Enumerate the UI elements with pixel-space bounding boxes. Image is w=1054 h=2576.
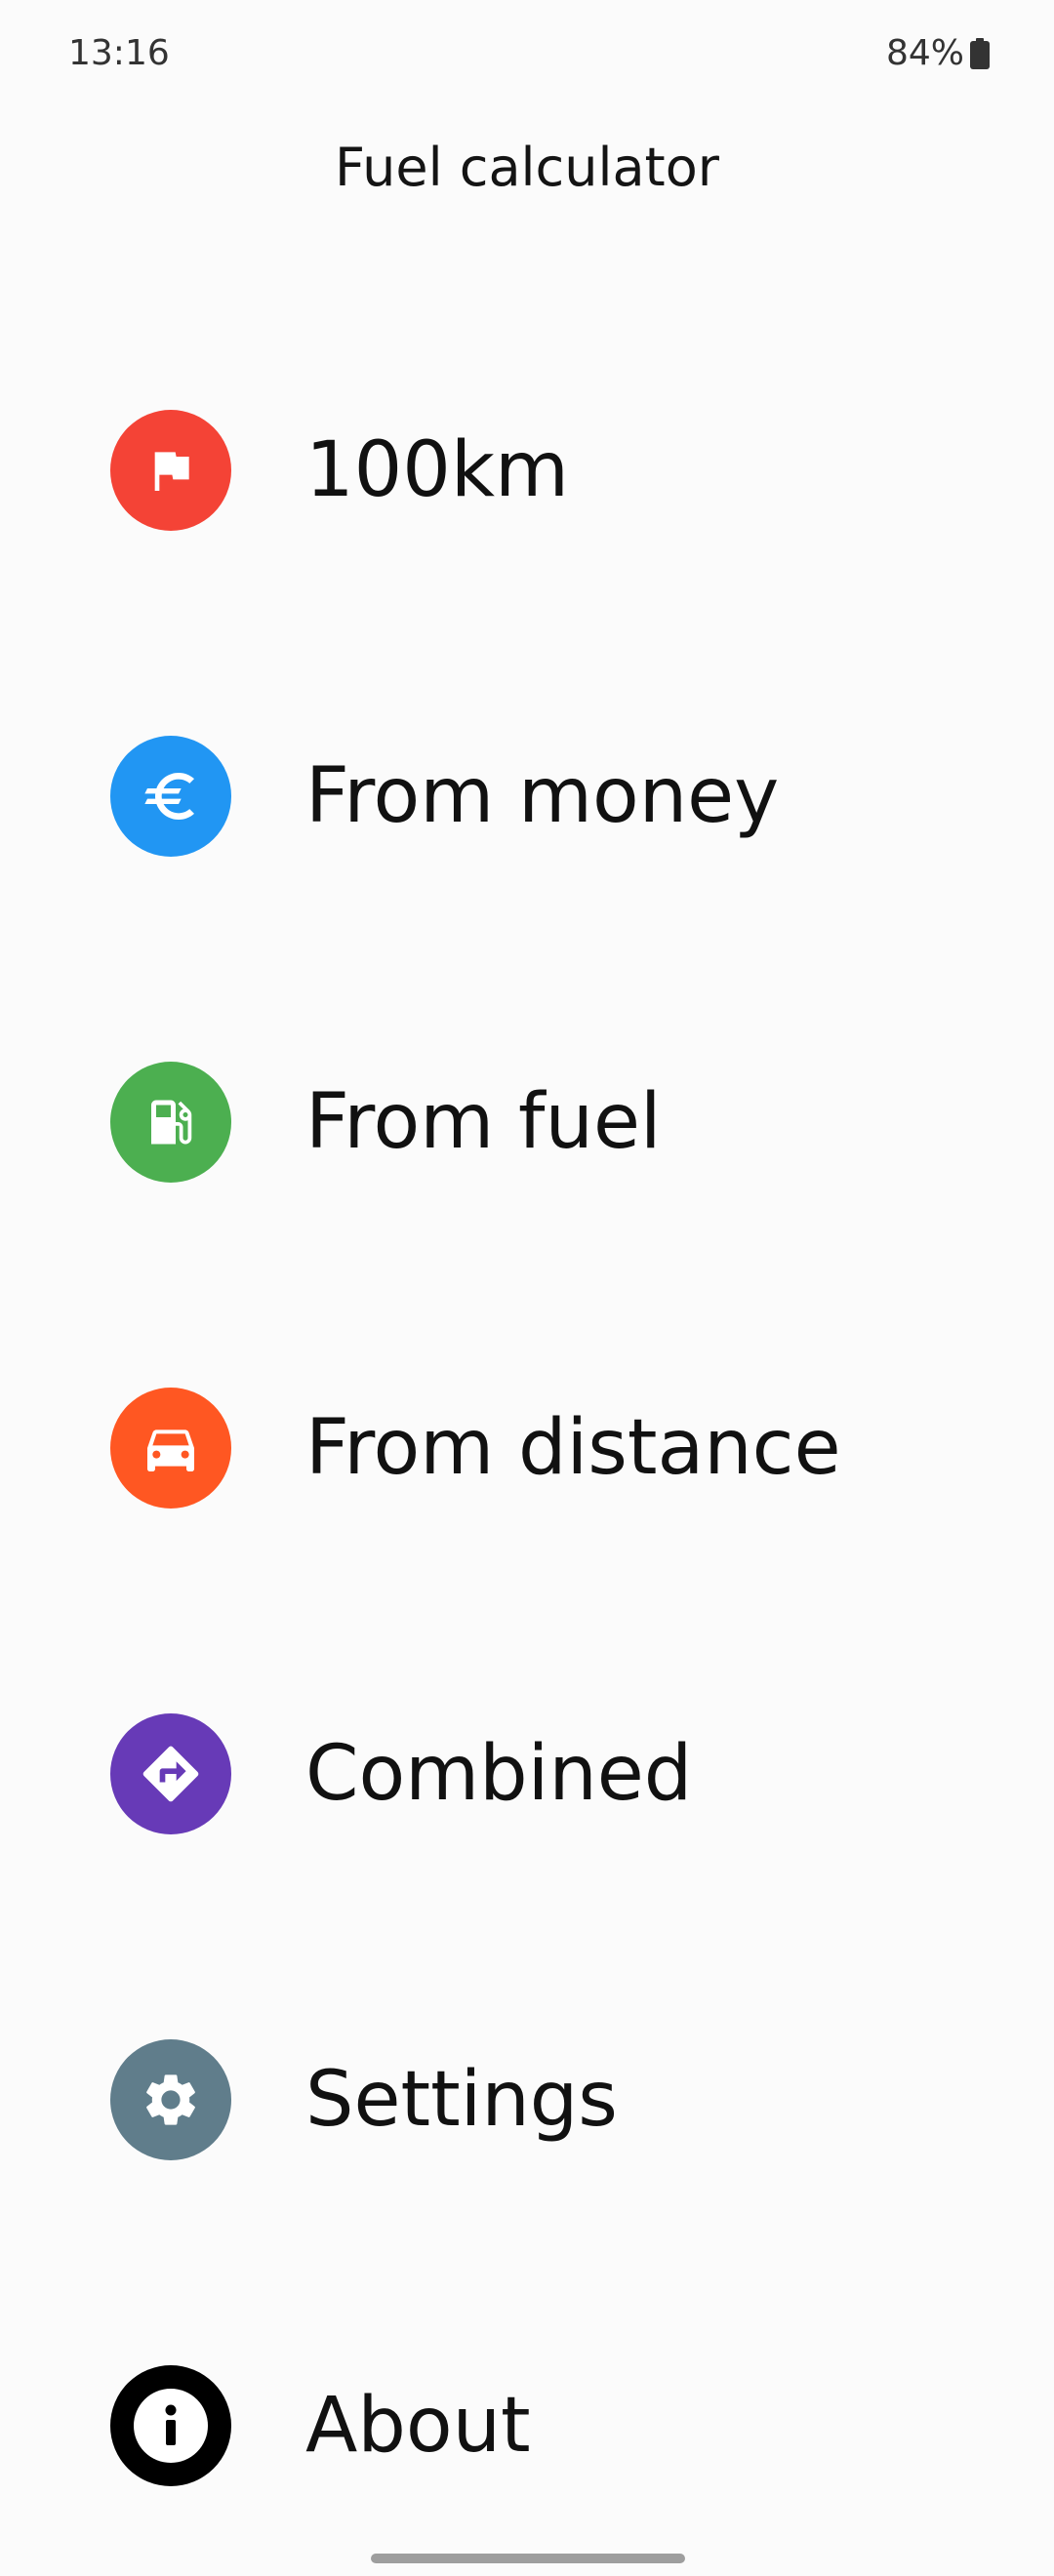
flag-icon (110, 410, 231, 531)
directions-icon (110, 1713, 231, 1834)
main-menu: 100km From money From fuel From distance… (0, 312, 1054, 2576)
info-icon (110, 2365, 231, 2486)
menu-item-label: About (305, 2382, 531, 2470)
menu-item-about[interactable]: About (0, 2268, 1054, 2576)
menu-item-settings[interactable]: Settings (0, 1942, 1054, 2268)
menu-item-from-distance[interactable]: From distance (0, 1290, 1054, 1616)
euro-icon (110, 736, 231, 857)
menu-item-combined[interactable]: Combined (0, 1616, 1054, 1942)
menu-item-from-fuel[interactable]: From fuel (0, 964, 1054, 1290)
page-title: Fuel calculator (335, 137, 719, 198)
menu-item-label: Combined (305, 1730, 693, 1818)
menu-item-label: 100km (305, 426, 570, 514)
fuel-pump-icon (110, 1062, 231, 1183)
status-right: 84% (886, 33, 990, 73)
app-screen: 13:16 84% Fuel calculator 100km From mon… (0, 0, 1054, 2576)
gear-icon (110, 2039, 231, 2160)
menu-item-label: From fuel (305, 1078, 662, 1166)
status-time: 13:16 (68, 33, 170, 73)
menu-item-label: Settings (305, 2056, 618, 2144)
status-bar: 13:16 84% (0, 0, 1054, 107)
menu-item-label: From money (305, 752, 780, 840)
battery-percentage: 84% (885, 33, 964, 73)
home-indicator[interactable] (371, 2554, 685, 2563)
menu-item-100km[interactable]: 100km (0, 312, 1054, 638)
menu-item-from-money[interactable]: From money (0, 638, 1054, 964)
menu-item-label: From distance (305, 1404, 841, 1492)
car-icon (110, 1388, 231, 1509)
battery-icon (970, 37, 990, 69)
